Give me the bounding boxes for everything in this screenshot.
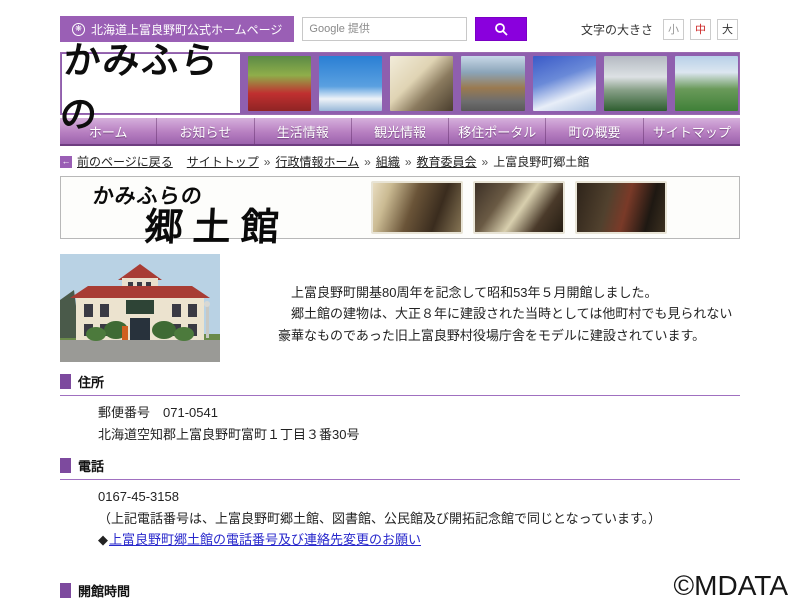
- search-icon: [495, 23, 509, 36]
- phone-change-link[interactable]: 上富良野町郷土館の電話番号及び連絡先変更のお願い: [109, 532, 421, 547]
- banner-photo-road: [461, 56, 525, 111]
- breadcrumb-link-admin[interactable]: 行政情報ホーム: [275, 153, 359, 170]
- header-photo-banner: かみふらの: [58, 38, 740, 136]
- address-heading-row: 住所: [60, 372, 740, 396]
- hours-heading-row: 開館時間: [60, 581, 740, 600]
- font-size-controls: 文字の大きさ 小 中 大: [580, 18, 738, 40]
- phone-number: 0167-45-3158: [98, 489, 179, 504]
- breadcrumb-link-org[interactable]: 組織: [376, 153, 400, 170]
- banner-photo-green-field: [674, 56, 738, 111]
- page-container: ❋ 北海道上富良野町公式ホームページ 文字の大きさ 小 中 大 かみふらの: [58, 15, 740, 600]
- banner-photo-mountain: [603, 56, 667, 111]
- banner-photo-crane: [390, 56, 454, 111]
- page-title-banner: かみふらの 郷土館: [60, 176, 740, 249]
- banner-photo-flower-field: [248, 56, 312, 111]
- breadcrumb-separator: »: [404, 154, 412, 169]
- nav-item-migration[interactable]: 移住ポータル: [448, 118, 545, 144]
- section-phone: 電話 0167-45-3158 （上記電話番号は、上富良野町郷土館、図書館、公民…: [60, 456, 740, 556]
- nav-item-overview[interactable]: 町の概要: [545, 118, 642, 144]
- address-body: 郵便番号 071-0541 北海道空知郡上富良野町富町１丁目３番30号: [60, 396, 740, 450]
- section-marker: [60, 374, 71, 389]
- museum-building-photo: [60, 254, 220, 362]
- section-address: 住所 郵便番号 071-0541 北海道空知郡上富良野町富町１丁目３番30号: [60, 372, 740, 450]
- breadcrumb-separator: »: [364, 154, 371, 169]
- search-button[interactable]: [475, 17, 528, 41]
- banner-photo-signpost-sky: [319, 56, 383, 111]
- phone-heading-row: 電話: [60, 456, 740, 480]
- address-line: 北海道空知郡上富良野町富町１丁目３番30号: [98, 426, 360, 442]
- museum-interior-photo-2: [473, 181, 565, 234]
- intro-block: 上富良野町開基80周年を記念して昭和53年５月開館しました。 郷土館の建物は、大…: [60, 254, 740, 362]
- breadcrumb: ← 前のページに戻る サイトトップ » 行政情報ホーム » 組織 » 教育委員会…: [60, 153, 740, 170]
- phone-note: （上記電話番号は、上富良野町郷土館、図書館、公民館及び開拓記念館で同じとなってい…: [98, 510, 662, 526]
- banner-calligraphy-box: かみふらの: [58, 38, 240, 136]
- section-marker: [60, 458, 71, 473]
- museum-interior-photo-1: [371, 181, 463, 234]
- hours-heading: 開館時間: [78, 583, 131, 599]
- intro-paragraph-1: 上富良野町開基80周年を記念して昭和53年５月開館しました。: [278, 285, 658, 300]
- nav-item-sitemap[interactable]: サイトマップ: [642, 118, 740, 144]
- font-size-small-button[interactable]: 小: [663, 18, 684, 40]
- breadcrumb-current: 上富良野町郷土館: [493, 155, 590, 169]
- diamond-bullet-icon: ◆: [98, 532, 108, 547]
- page-title-kanji: 郷土館: [143, 204, 291, 249]
- address-heading: 住所: [78, 375, 105, 390]
- banner-calligraphy-text: かみふらの: [58, 37, 222, 136]
- breadcrumb-link-sitetop[interactable]: サイトトップ: [187, 153, 259, 170]
- banner-photo-snow-hills: [532, 56, 596, 111]
- breadcrumb-link-education[interactable]: 教育委員会: [417, 153, 477, 170]
- nav-item-living[interactable]: 生活情報: [253, 118, 351, 144]
- phone-body: 0167-45-3158 （上記電話番号は、上富良野町郷土館、図書館、公民館及び…: [60, 480, 740, 556]
- museum-interior-photo-3: [575, 181, 667, 234]
- font-size-label: 文字の大きさ: [580, 22, 653, 37]
- postal-code: 郵便番号 071-0541: [98, 405, 218, 420]
- nav-item-tourism[interactable]: 観光情報: [350, 118, 448, 144]
- section-hours: 開館時間 ９時00分から16時00分: [60, 581, 740, 600]
- back-arrow-icon: ←: [60, 155, 72, 168]
- font-size-medium-button[interactable]: 中: [690, 18, 711, 40]
- intro-paragraph-2: 郷土館の建物は、大正８年に建設された当時としては他町村でも見られない豪華なもので…: [278, 306, 733, 343]
- watermark: ©MDATA: [673, 570, 788, 600]
- page-title: かみふらの 郷土館: [65, 180, 361, 249]
- breadcrumb-separator: »: [481, 154, 489, 169]
- section-marker: [60, 582, 71, 598]
- font-size-large-button[interactable]: 大: [717, 18, 738, 40]
- phone-link-row: ◆上富良野町郷土館の電話番号及び連絡先変更のお願い: [98, 530, 740, 550]
- intro-text: 上富良野町開基80周年を記念して昭和53年５月開館しました。 郷土館の建物は、大…: [278, 254, 740, 362]
- back-link[interactable]: 前のページに戻る: [77, 153, 173, 170]
- search-input[interactable]: [302, 17, 468, 41]
- search-area: [302, 17, 528, 41]
- phone-heading: 電話: [78, 459, 105, 474]
- breadcrumb-separator: »: [263, 154, 271, 169]
